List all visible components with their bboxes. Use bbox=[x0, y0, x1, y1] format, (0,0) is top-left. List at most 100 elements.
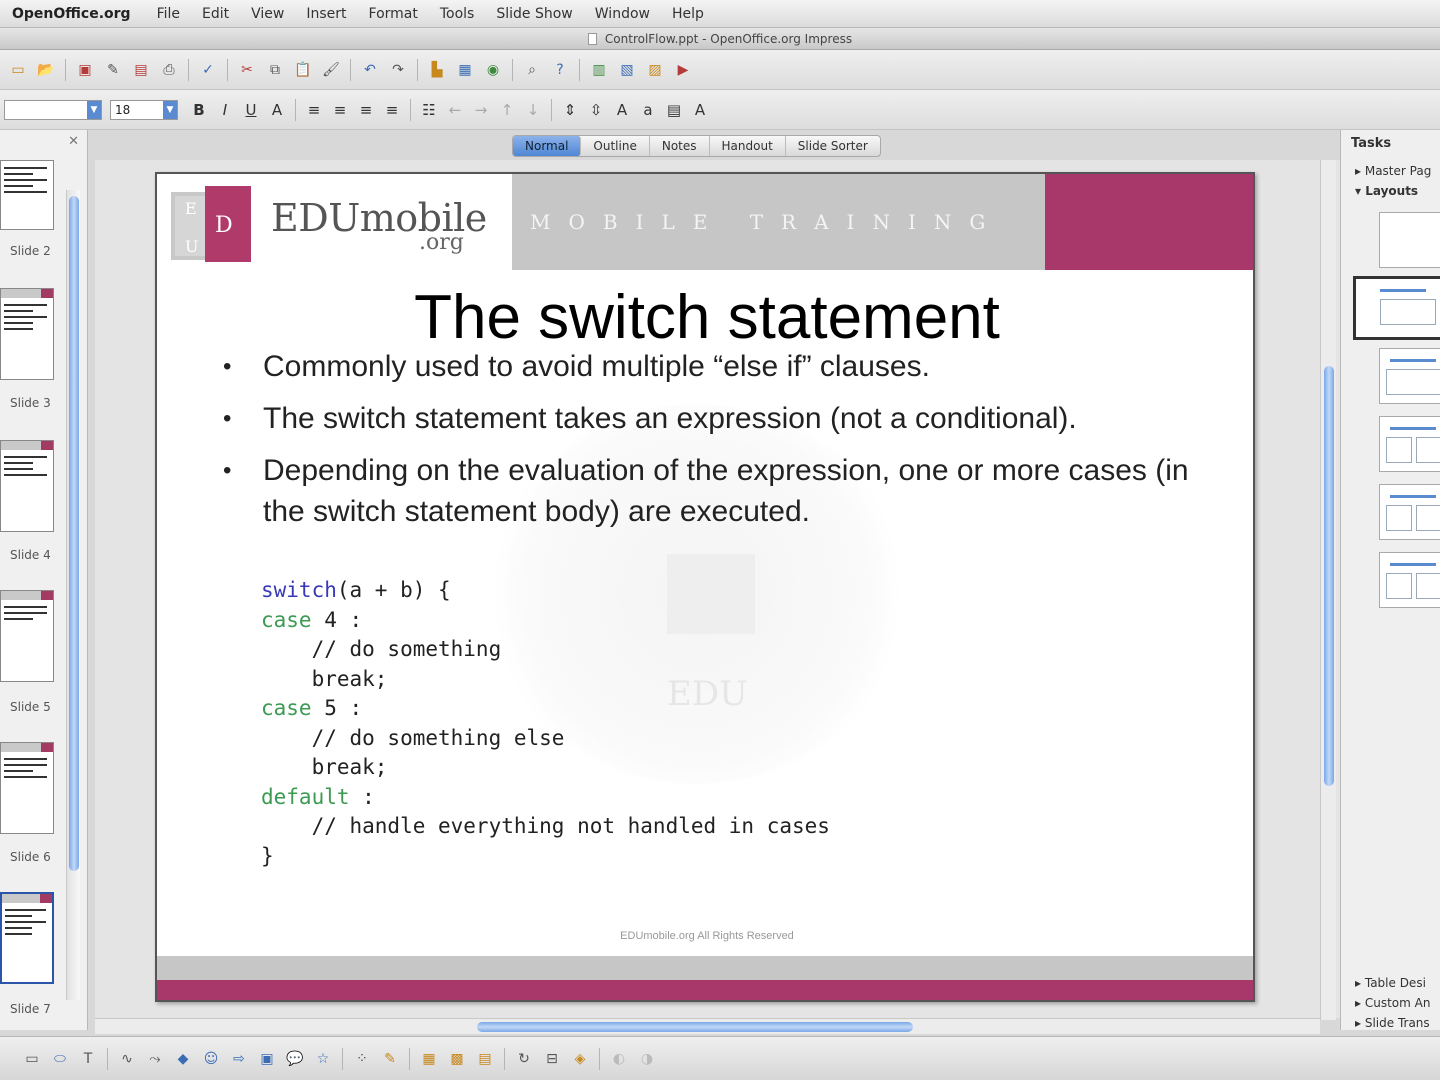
menu-edit[interactable]: Edit bbox=[202, 6, 229, 22]
decrease-spacing-icon[interactable]: ⇳ bbox=[585, 99, 607, 121]
layout-title-content[interactable] bbox=[1379, 348, 1440, 404]
slide-thumbnail[interactable] bbox=[0, 160, 54, 230]
menu-insert[interactable]: Insert bbox=[306, 6, 346, 22]
basic-shapes-icon[interactable]: ◆ bbox=[172, 1048, 194, 1070]
menu-slide-show[interactable]: Slide Show bbox=[496, 6, 572, 22]
extrusion-icon[interactable]: ◐ bbox=[608, 1048, 630, 1070]
promote-icon[interactable]: ← bbox=[444, 99, 466, 121]
spellcheck-icon[interactable]: ✓ bbox=[197, 59, 219, 81]
tab-outline[interactable]: Outline bbox=[581, 136, 650, 156]
decrease-font-icon[interactable]: a bbox=[637, 99, 659, 121]
workspace-horizontal-scrollbar[interactable] bbox=[95, 1018, 1320, 1034]
increase-spacing-icon[interactable]: ⇕ bbox=[559, 99, 581, 121]
font-size-combo[interactable]: 18 ▼ bbox=[110, 99, 178, 120]
scrollbar-thumb[interactable] bbox=[69, 196, 79, 871]
app-menu[interactable]: OpenOffice.org bbox=[12, 6, 131, 22]
menu-view[interactable]: View bbox=[251, 6, 284, 22]
section-custom-animation[interactable]: ▸ Custom An bbox=[1355, 996, 1430, 1010]
slide-thumbnail[interactable] bbox=[0, 590, 54, 682]
slide-show-icon[interactable]: ▶ bbox=[672, 59, 694, 81]
layout-blank[interactable] bbox=[1379, 212, 1440, 268]
toggle-extrusion-icon[interactable]: ◑ bbox=[636, 1048, 658, 1070]
slide-layout-icon[interactable]: ▥ bbox=[588, 59, 610, 81]
paste-icon[interactable]: 📋 bbox=[292, 59, 314, 81]
open-icon[interactable]: 📂 bbox=[35, 59, 57, 81]
format-paintbrush-icon[interactable]: 🖌 bbox=[320, 59, 342, 81]
move-up-icon[interactable]: ↑ bbox=[496, 99, 518, 121]
slide-canvas[interactable]: EDU E D U EDUmobile .org MOBILE TRAINING… bbox=[155, 172, 1255, 1002]
justify-icon[interactable]: ≡ bbox=[381, 99, 403, 121]
gallery-icon[interactable]: ▤ bbox=[474, 1048, 496, 1070]
fontwork-icon[interactable]: ▦ bbox=[418, 1048, 440, 1070]
flowchart-icon[interactable]: ▣ bbox=[256, 1048, 278, 1070]
cut-icon[interactable]: ✂ bbox=[236, 59, 258, 81]
stars-icon[interactable]: ☆ bbox=[312, 1048, 334, 1070]
edit-file-icon[interactable]: ✎ bbox=[102, 59, 124, 81]
demote-icon[interactable]: → bbox=[470, 99, 492, 121]
tab-slide-sorter[interactable]: Slide Sorter bbox=[786, 136, 880, 156]
redo-icon[interactable]: ↷ bbox=[387, 59, 409, 81]
navigator-icon[interactable]: ◉ bbox=[482, 59, 504, 81]
slides-pane-scrollbar[interactable] bbox=[66, 190, 80, 1000]
chevron-down-icon[interactable]: ▼ bbox=[163, 100, 177, 119]
arrange-icon[interactable]: ◈ bbox=[569, 1048, 591, 1070]
layout-title-two-content[interactable] bbox=[1379, 484, 1440, 540]
save-icon[interactable]: ▣ bbox=[74, 59, 96, 81]
bold-icon[interactable]: B bbox=[188, 99, 210, 121]
bullets-icon[interactable]: ☷ bbox=[418, 99, 440, 121]
slide-thumbnail-selected[interactable] bbox=[0, 892, 54, 984]
undo-icon[interactable]: ↶ bbox=[359, 59, 381, 81]
font-name-combo[interactable]: ▼ bbox=[4, 99, 102, 120]
connector-icon[interactable]: ⤳ bbox=[144, 1048, 166, 1070]
alignment-icon[interactable]: ⊟ bbox=[541, 1048, 563, 1070]
menu-tools[interactable]: Tools bbox=[440, 6, 475, 22]
slide-thumbnail[interactable] bbox=[0, 288, 54, 380]
text-icon[interactable]: T bbox=[77, 1048, 99, 1070]
points-icon[interactable]: ⁘ bbox=[351, 1048, 373, 1070]
section-master-pages[interactable]: ▸ Master Pag bbox=[1355, 164, 1431, 178]
symbol-shapes-icon[interactable]: ☺ bbox=[200, 1048, 222, 1070]
workspace-vertical-scrollbar[interactable] bbox=[1320, 160, 1336, 1020]
help-icon[interactable]: ? bbox=[549, 59, 571, 81]
callouts-icon[interactable]: 💬 bbox=[284, 1048, 306, 1070]
zoom-icon[interactable]: ⌕ bbox=[521, 59, 543, 81]
scrollbar-thumb[interactable] bbox=[477, 1022, 913, 1032]
tab-normal[interactable]: Normal bbox=[513, 136, 582, 156]
close-icon[interactable]: ✕ bbox=[68, 134, 79, 149]
code-block[interactable]: switch(a + b) { case 4 : // do something… bbox=[261, 576, 830, 871]
align-left-icon[interactable]: ≡ bbox=[303, 99, 325, 121]
layout-title-content-2[interactable] bbox=[1379, 552, 1440, 608]
curve-icon[interactable]: ∿ bbox=[116, 1048, 138, 1070]
glue-points-icon[interactable]: ✎ bbox=[379, 1048, 401, 1070]
chevron-down-icon[interactable]: ▼ bbox=[87, 100, 101, 119]
new-icon[interactable]: ▭ bbox=[7, 59, 29, 81]
slide-title[interactable]: The switch statement bbox=[157, 282, 1253, 353]
tab-handout[interactable]: Handout bbox=[710, 136, 786, 156]
align-center-icon[interactable]: ≡ bbox=[329, 99, 351, 121]
print-icon[interactable]: ⎙ bbox=[158, 59, 180, 81]
menu-window[interactable]: Window bbox=[595, 6, 650, 22]
character-icon[interactable]: ▤ bbox=[663, 99, 685, 121]
rectangle-icon[interactable]: ▭ bbox=[21, 1048, 43, 1070]
section-layouts[interactable]: ▾ Layouts bbox=[1355, 184, 1418, 198]
block-arrows-icon[interactable]: ⇨ bbox=[228, 1048, 250, 1070]
menu-file[interactable]: File bbox=[157, 6, 180, 22]
section-slide-transition[interactable]: ▸ Slide Trans bbox=[1355, 1016, 1430, 1030]
layout-two-content[interactable] bbox=[1379, 416, 1440, 472]
move-down-icon[interactable]: ↓ bbox=[522, 99, 544, 121]
tab-notes[interactable]: Notes bbox=[650, 136, 710, 156]
copy-icon[interactable]: ⧉ bbox=[264, 59, 286, 81]
font-color-icon[interactable]: A bbox=[689, 99, 711, 121]
export-pdf-icon[interactable]: ▤ bbox=[130, 59, 152, 81]
new-slide-icon[interactable]: ▨ bbox=[644, 59, 666, 81]
table-icon[interactable]: ▦ bbox=[454, 59, 476, 81]
section-table-design[interactable]: ▸ Table Desi bbox=[1355, 976, 1426, 990]
increase-font-icon[interactable]: A bbox=[611, 99, 633, 121]
menu-help[interactable]: Help bbox=[672, 6, 704, 22]
menu-format[interactable]: Format bbox=[369, 6, 418, 22]
scrollbar-thumb[interactable] bbox=[1324, 366, 1334, 786]
chart-icon[interactable]: ▙ bbox=[426, 59, 448, 81]
slide-thumbnail[interactable] bbox=[0, 742, 54, 834]
italic-icon[interactable]: I bbox=[214, 99, 236, 121]
bullet-list[interactable]: Commonly used to avoid multiple “else if… bbox=[223, 346, 1223, 543]
